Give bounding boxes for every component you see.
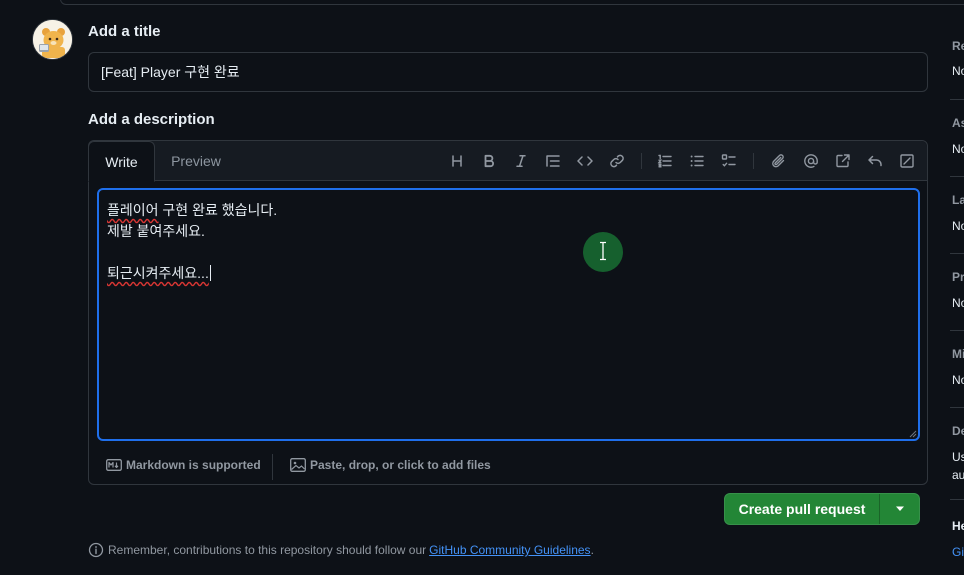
description-line: 플레이어 구현 완료 했습니다. [107,200,910,221]
sidebar-value-reviewers: No [952,64,964,78]
editor-footer: Markdown is supported Paste, drop, or cl… [89,446,927,484]
sidebar-divider [950,499,964,500]
task-list-icon[interactable] [719,151,739,171]
ibeam-cursor-icon [600,241,606,261]
sidebar-divider [950,407,964,408]
sidebar-value-labels: No [952,219,964,233]
sidebar-value-development-2: au [952,468,964,482]
description-textarea[interactable]: 플레이어 구현 완료 했습니다. 제발 붙여주세요. 퇴근시켜주세요... [97,188,920,441]
paperclip-icon[interactable] [769,151,789,171]
resize-grip-icon[interactable] [909,430,917,438]
quote-icon[interactable] [543,151,563,171]
heading-icon[interactable] [447,151,467,171]
sidebar-value-assignees: No [952,142,964,156]
numbered-list-icon[interactable] [655,151,675,171]
attach-files-button[interactable]: Paste, drop, or click to add files [290,446,491,484]
tab-write[interactable]: Write [88,141,155,182]
sidebar-divider [950,99,964,100]
pr-sidebar: Re No As No La No Pr No Mi No De Us au H… [950,0,964,575]
description-line: 퇴근시켜주세요... [107,263,910,284]
top-panel-edge [60,0,964,5]
description-line-text: 구현 완료 했습니다. [162,202,278,218]
create-pull-request-button[interactable]: Create pull request [725,494,879,524]
tab-preview[interactable]: Preview [161,141,231,181]
note-suffix: . [590,543,594,557]
community-guidelines-note: Remember, contributions to this reposito… [88,542,594,558]
bear-avatar-icon [33,20,72,59]
image-icon [290,458,306,472]
attach-label: Paste, drop, or click to add files [310,458,491,472]
info-icon [88,542,104,558]
unordered-list-icon[interactable] [687,151,707,171]
sidebar-divider [950,176,964,177]
cross-reference-icon[interactable] [833,151,853,171]
avatar[interactable] [32,19,73,60]
sidebar-label-milestone[interactable]: Mi [952,347,964,361]
link-icon[interactable] [607,151,627,171]
italic-icon[interactable] [511,151,531,171]
fullscreen-icon[interactable] [897,151,917,171]
footer-separator [272,454,273,480]
sidebar-divider [950,330,964,331]
title-input[interactable] [88,52,928,92]
description-heading: Add a description [88,111,215,128]
triangle-down-icon [895,506,904,511]
sidebar-link-guides[interactable]: Gi [952,545,964,559]
description-line: 제발 붙여주세요. [107,223,205,239]
spellcheck-word: 플레이어 [107,202,159,218]
pull-request-form: Add a title Add a description Write Prev… [0,0,964,575]
sidebar-value-development: Us [952,450,964,464]
community-guidelines-link[interactable]: GitHub Community Guidelines [429,543,590,557]
markdown-supported-link[interactable]: Markdown is supported [106,446,261,484]
create-pull-request-group: Create pull request [724,493,920,525]
sidebar-label-reviewers[interactable]: Re [952,39,964,53]
sidebar-label-development[interactable]: De [952,424,964,438]
markdown-label: Markdown is supported [126,458,261,472]
bold-icon[interactable] [479,151,499,171]
toolbar-separator [753,153,754,169]
sidebar-label-assignees[interactable]: As [952,116,964,130]
code-icon[interactable] [575,151,595,171]
title-heading: Add a title [88,23,161,40]
sidebar-value-projects: No [952,296,964,310]
sidebar-divider [950,253,964,254]
text-caret [209,265,211,281]
sidebar-label-helpful: He [952,519,964,533]
sidebar-label-projects[interactable]: Pr [952,270,964,284]
note-text: Remember, contributions to this reposito… [108,543,427,557]
toolbar-separator [641,153,642,169]
markdown-editor: Write Preview 플레이어 구현 완료 했습니다. 제발 붙여주세요.… [88,140,928,485]
markdown-icon [106,459,122,471]
sidebar-value-milestone: No [952,373,964,387]
sidebar-label-labels[interactable]: La [952,193,964,207]
editor-toolbar: Write Preview [88,141,927,182]
create-options-dropdown[interactable] [880,494,919,524]
description-line-text: 퇴근시켜주세요... [107,265,209,281]
description-line [107,242,910,263]
undo-icon[interactable] [865,151,885,171]
mention-icon[interactable] [801,151,821,171]
